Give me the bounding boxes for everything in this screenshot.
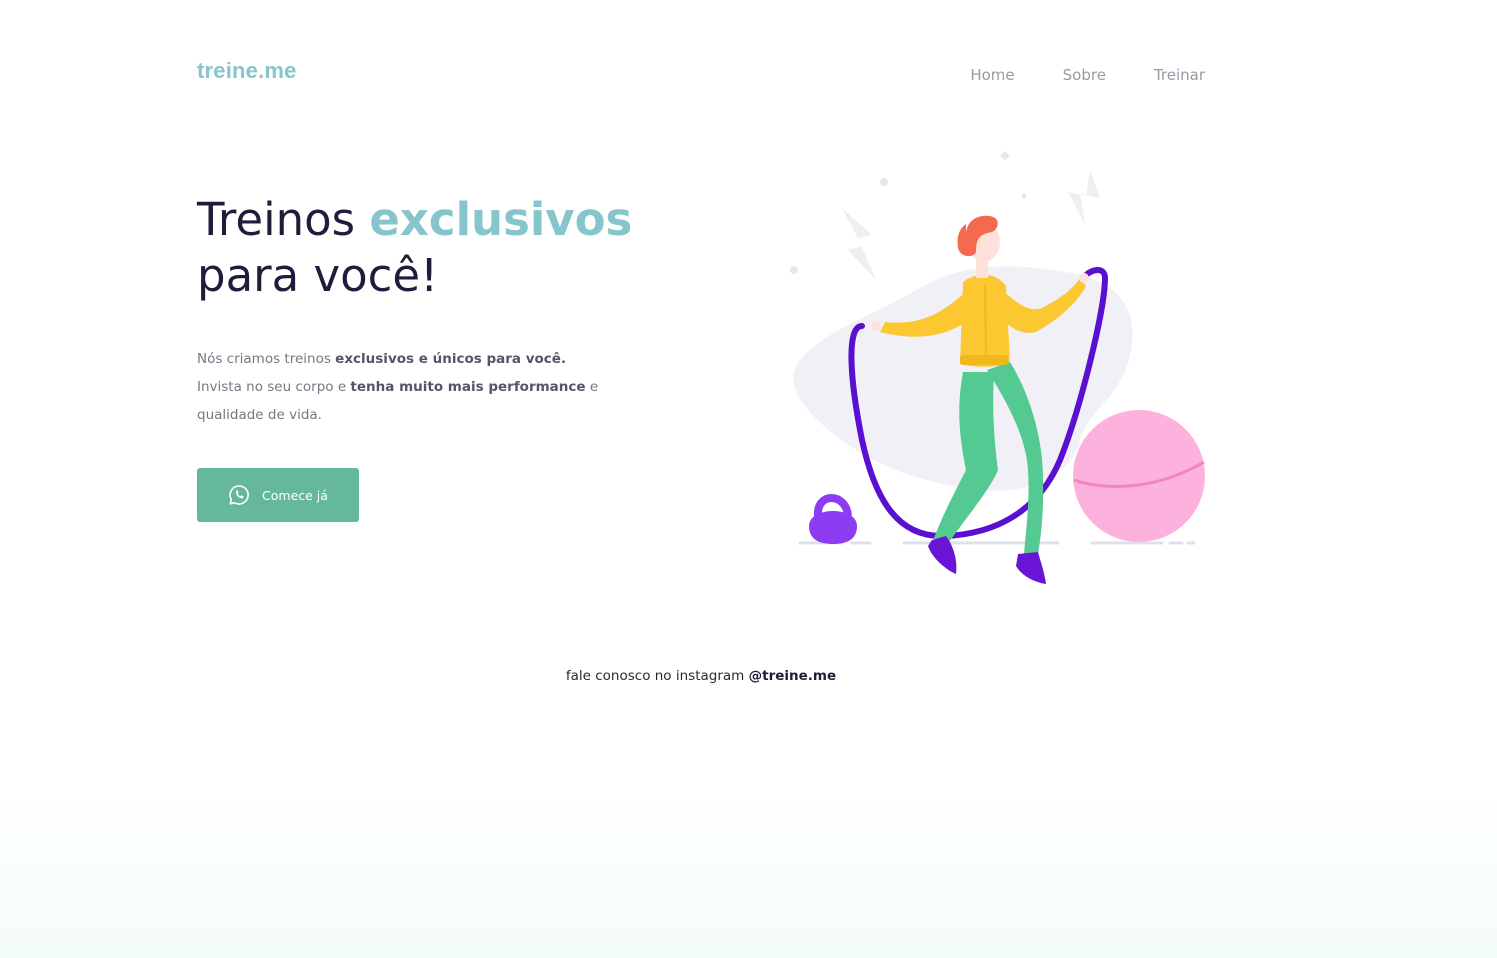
desc-line1-bold: exclusivos e únicos para você. <box>335 351 567 367</box>
hero-title-accent: exclusivos <box>369 193 633 246</box>
sparkle-dot <box>880 178 888 186</box>
whatsapp-icon <box>229 485 249 505</box>
desc-line1: Nós criamos treinos <box>197 351 336 367</box>
hero-title-part1: Treinos <box>197 193 370 246</box>
exercise-ball <box>1073 410 1205 542</box>
nav-treinar[interactable]: Treinar <box>1154 66 1205 84</box>
workout-illustration <box>790 150 1205 584</box>
jacket-zip <box>984 283 987 361</box>
right-hand <box>1079 273 1089 283</box>
comece-ja-label: Comece já <box>262 487 328 503</box>
logo-link[interactable]: treine.me <box>197 58 297 84</box>
sparkle-dot <box>1021 193 1027 199</box>
left-hand <box>871 321 881 331</box>
right-shoe <box>1016 552 1046 584</box>
sparkle-dot <box>790 266 798 274</box>
lightning-icon-right <box>1068 170 1100 224</box>
comece-ja-button[interactable]: Comece já <box>197 468 359 522</box>
main-nav: Home Sobre Treinar <box>970 66 1205 84</box>
lightning-icon-left <box>842 208 876 280</box>
desc-line2-bold: tenha muito mais performance <box>350 379 586 395</box>
desc-line3: qualidade de vida. <box>197 407 322 423</box>
desc-line2: Invista no seu corpo e <box>197 379 351 395</box>
hero-description: Nós criamos treinos exclusivos e únicos … <box>197 345 617 429</box>
sparkle-dot <box>1000 150 1010 161</box>
nav-home[interactable]: Home <box>970 66 1014 84</box>
kettlebell <box>809 494 857 544</box>
desc-line2-end: e <box>585 379 599 395</box>
hero-title: Treinos exclusivos para você! <box>197 192 632 304</box>
nav-sobre[interactable]: Sobre <box>1063 66 1106 84</box>
instagram-handle-link[interactable]: @treine.me <box>749 668 837 684</box>
hero-title-part2: para você! <box>197 249 439 302</box>
footer-text: fale conosco no instagram <box>565 668 749 684</box>
waistband <box>960 355 1008 365</box>
footer-instagram: fale conosco no instagram @treine.me <box>0 668 1402 684</box>
